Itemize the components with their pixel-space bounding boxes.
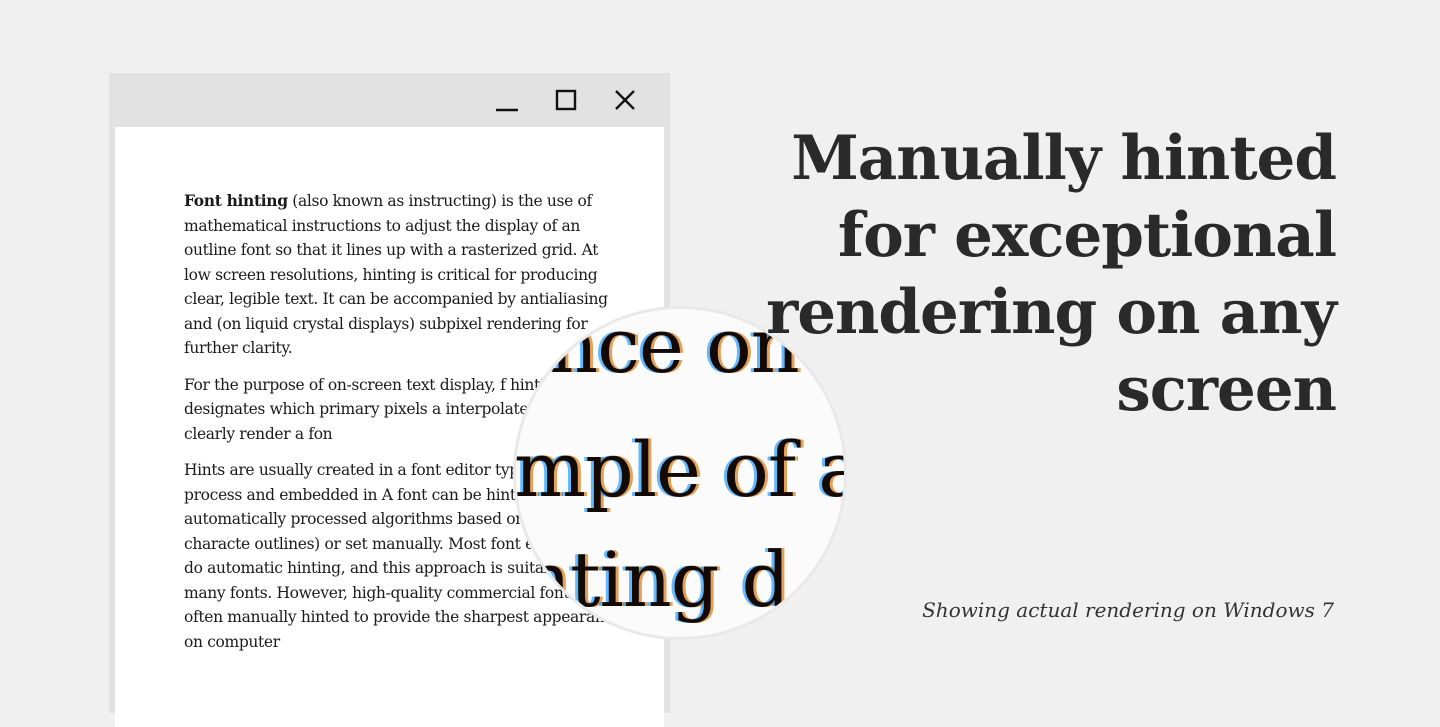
close-button[interactable] xyxy=(607,85,643,115)
caption: Showing actual rendering on Windows 7 xyxy=(922,598,1334,622)
title-bar xyxy=(109,73,670,127)
maximize-button[interactable] xyxy=(548,85,584,115)
headline: Manually hinted for exceptional renderin… xyxy=(766,123,1337,425)
maximize-icon xyxy=(555,89,577,111)
magnified-line-3: nting d xyxy=(522,535,790,624)
minimize-button[interactable] xyxy=(489,85,525,115)
term-font-hinting: Font hinting xyxy=(184,191,288,210)
minimize-icon xyxy=(496,108,518,112)
magnified-line-2: mple of a xyxy=(514,425,847,514)
close-icon xyxy=(615,90,635,110)
